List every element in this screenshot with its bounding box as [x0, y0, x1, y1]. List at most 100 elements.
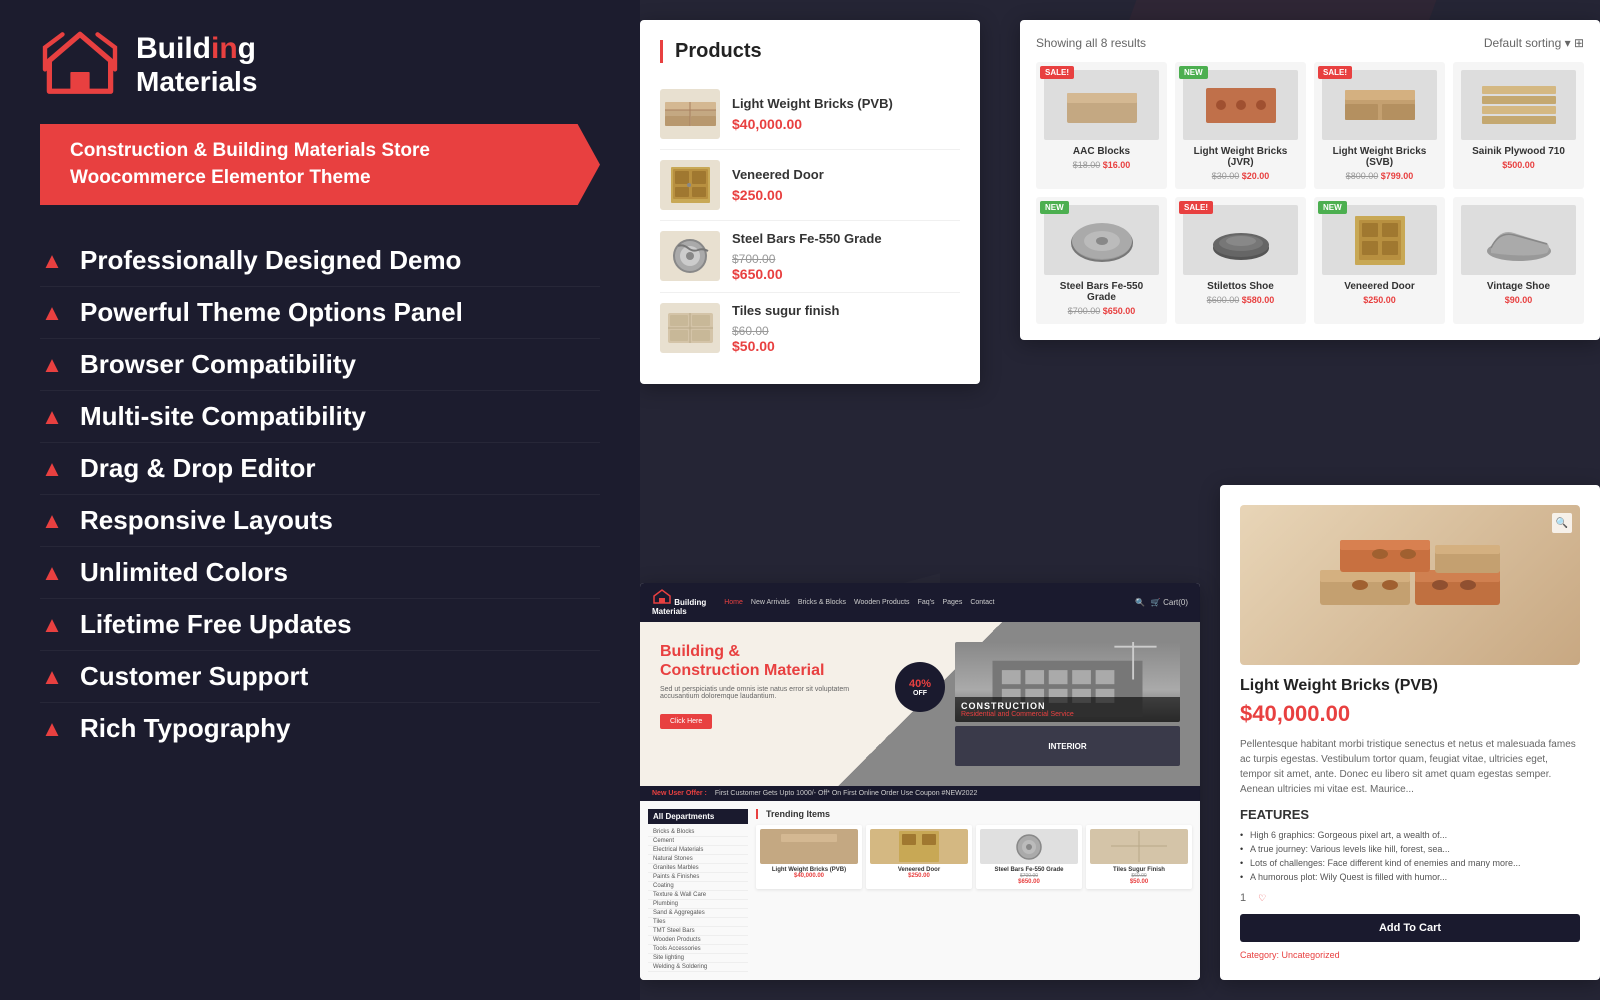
ws-nav-link-contact[interactable]: Contact	[970, 599, 994, 606]
feature-item-drag-drop-editor: ▲ Drag & Drop Editor	[40, 443, 600, 495]
shop-item-prices: $250.00	[1322, 295, 1437, 305]
product-price-new: $50.00	[732, 338, 960, 354]
new-badge: NEW	[1179, 66, 1208, 79]
shop-grid-item: NEW Veneered Door $250.00	[1314, 197, 1445, 324]
house-logo-icon	[40, 30, 120, 100]
shop-item-name: Vintage Shoe	[1461, 281, 1576, 292]
feature-item-customer-support: ▲ Customer Support	[40, 651, 600, 703]
feature-bullet-icon: ▲	[40, 300, 64, 326]
sale-badge: SALE!	[1040, 66, 1074, 79]
ws-sidebar-item[interactable]: Natural Stones	[648, 855, 748, 864]
ws-sidebar-item[interactable]: Bricks & Blocks	[648, 828, 748, 837]
ws-product-img	[980, 829, 1078, 864]
ws-sidebar-item[interactable]: Texture & Wall Care	[648, 891, 748, 900]
product-info: Veneered Door $250.00	[732, 167, 960, 204]
ws-sidebar-item[interactable]: Tools Accessories	[648, 945, 748, 954]
ws-discount-badge: 40% OFF	[895, 662, 945, 712]
feature-bullet-icon: ▲	[40, 456, 64, 482]
pd-heart-icon[interactable]: ♡	[1258, 893, 1266, 904]
ws-sidebar-item[interactable]: Tiles	[648, 918, 748, 927]
feature-item-professionally-designed-demo: ▲ Professionally Designed Demo	[40, 235, 600, 287]
ws-sidebar: All Departments Bricks & Blocks Cement E…	[648, 809, 748, 972]
ws-sidebar-item[interactable]: Cement	[648, 837, 748, 846]
ws-sidebar-item[interactable]: Electrical Materials	[648, 846, 748, 855]
product-price-new: $40,000.00	[732, 116, 960, 132]
ws-brick-img	[779, 829, 839, 864]
ws-product-img	[1090, 829, 1188, 864]
product-detail-card: 🔍 Light Weight Bricks (PVB) $40,000.00 P…	[1220, 485, 1600, 980]
ws-hero-cta-button[interactable]: Click Here	[660, 714, 712, 729]
ws-door-img	[889, 829, 949, 864]
ws-nav-link-wooden[interactable]: Wooden Products	[854, 599, 910, 606]
subtitle-banner: Construction & Building Materials Store …	[40, 124, 600, 205]
shop-grid-sort: Default sorting ▾ ⊞	[1484, 36, 1584, 50]
ws-sidebar-item[interactable]: Paints & Finishes	[648, 873, 748, 882]
add-to-cart-button[interactable]: Add To Cart	[1240, 914, 1580, 942]
ws-sidebar-item[interactable]: Welding & Soldering	[648, 963, 748, 972]
ws-sidebar-item[interactable]: Coating	[648, 882, 748, 891]
ws-nav-link-home[interactable]: Home	[724, 599, 743, 606]
ws-nav-link-bricks[interactable]: Bricks & Blocks	[798, 599, 846, 606]
ws-sidebar-item[interactable]: Wooden Products	[648, 936, 748, 945]
ws-nav-link-faq[interactable]: Faq's	[918, 599, 935, 606]
feature-label: Responsive Layouts	[80, 505, 333, 536]
ws-sidebar-item[interactable]: Site lighting	[648, 954, 748, 963]
pd-feature-item: Lots of challenges: Face different kind …	[1240, 856, 1580, 870]
feature-label: Customer Support	[80, 661, 308, 692]
ws-body: All Departments Bricks & Blocks Cement E…	[640, 801, 1200, 980]
ws-sidebar-item[interactable]: Granites Marbles	[648, 864, 748, 873]
product-thumb	[660, 160, 720, 210]
product-name: Veneered Door	[732, 167, 960, 184]
products-card-title: Products	[660, 40, 960, 63]
shop-item-prices: $30.00 $20.00	[1183, 171, 1298, 181]
ws-logo-icon	[652, 589, 672, 605]
ws-nav: BuildingMaterials Home New Arrivals Bric…	[640, 583, 1200, 622]
logo-line2: Materials	[136, 66, 257, 98]
ws-sidebar-item[interactable]: Sand & Aggregates	[648, 909, 748, 918]
feature-list: ▲ Professionally Designed Demo ▲ Powerfu…	[40, 235, 600, 754]
shop-grid: SALE! AAC Blocks $18.00 $16.00 NEW	[1036, 62, 1584, 324]
feature-label: Lifetime Free Updates	[80, 609, 352, 640]
search-icon[interactable]: 🔍	[1135, 598, 1145, 607]
ws-hero-interior-image: INTERIOR	[955, 726, 1180, 766]
shop-item-prices: $600.00 $580.00	[1183, 295, 1298, 305]
pd-zoom-icon[interactable]: 🔍	[1552, 513, 1572, 533]
shop-grid-item: Sainik Plywood 710 $500.00	[1453, 62, 1584, 189]
product-price-new: $250.00	[732, 187, 960, 203]
steel-bars-image	[663, 236, 718, 276]
pd-description: Pellentesque habitant morbi tristique se…	[1240, 737, 1580, 797]
ws-hero-title: Building & Construction Material	[660, 642, 885, 680]
ws-nav-link-pages[interactable]: Pages	[942, 599, 962, 606]
feature-label: Professionally Designed Demo	[80, 245, 461, 276]
door-image	[663, 165, 718, 205]
website-screenshot: BuildingMaterials Home New Arrivals Bric…	[640, 583, 1200, 980]
feature-item-browser-compatibility: ▲ Browser Compatibility	[40, 339, 600, 391]
shop-item-prices: $800.00 $799.00	[1322, 171, 1437, 181]
ws-sidebar-item[interactable]: Plumbing	[648, 900, 748, 909]
right-area: Products Light Weight Bricks (PVB) $40,0…	[640, 0, 1600, 1000]
shop-grid-item: SALE! AAC Blocks $18.00 $16.00	[1036, 62, 1167, 189]
shop-grid-item: NEW Steel Bars Fe-550 Grade $700.00 $650…	[1036, 197, 1167, 324]
ws-product-card: Light Weight Bricks (PVB) $40,000.00	[756, 825, 862, 889]
ws-sidebar-item[interactable]: TMT Steel Bars	[648, 927, 748, 936]
feature-item-lifetime-free-updates: ▲ Lifetime Free Updates	[40, 599, 600, 651]
feature-bullet-icon: ▲	[40, 352, 64, 378]
product-price-new: $650.00	[732, 266, 960, 282]
pd-quantity-row: 1 ♡	[1240, 892, 1580, 904]
shop-item-name: AAC Blocks	[1044, 146, 1159, 157]
shop-grid-item: SALE! Light Weight Bricks (SVB) $800.00 …	[1314, 62, 1445, 189]
product-thumb	[660, 303, 720, 353]
logo-area: Building Materials	[40, 30, 600, 100]
cart-icon[interactable]: 🛒 Cart(0)	[1151, 598, 1188, 607]
vintage-shoe-image	[1479, 213, 1559, 268]
tiles-image	[663, 308, 718, 348]
feature-label: Drag & Drop Editor	[80, 453, 315, 484]
aac-blocks-image	[1062, 78, 1142, 133]
product-info: Steel Bars Fe-550 Grade $700.00 $650.00	[732, 231, 960, 282]
shop-item-name: Stilettos Shoe	[1183, 281, 1298, 292]
ws-product-img	[760, 829, 858, 864]
ws-offer-bar: New User Offer : First Customer Gets Upt…	[640, 786, 1200, 801]
ws-nav-link-arrivals[interactable]: New Arrivals	[751, 599, 790, 606]
brick-image-1	[663, 94, 718, 134]
ws-product-price: $650.00	[980, 879, 1078, 885]
